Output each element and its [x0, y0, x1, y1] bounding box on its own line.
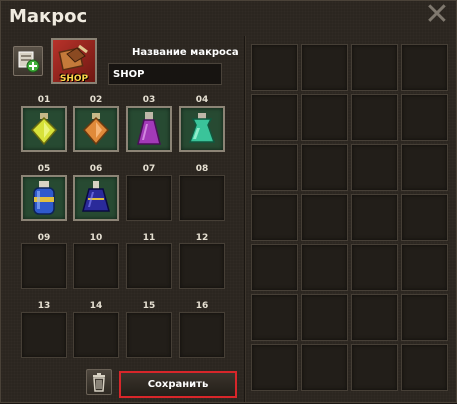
slot-number: 02 [89, 95, 103, 105]
macro-list-slot[interactable] [251, 194, 298, 241]
macro-list-slot[interactable] [301, 344, 348, 391]
macro-slot-16[interactable] [179, 312, 225, 358]
slot-number: 08 [195, 164, 209, 174]
slot-number: 05 [37, 164, 51, 174]
save-button[interactable]: Сохранить [119, 371, 237, 398]
panel-divider [244, 36, 246, 402]
add-page-icon [18, 51, 40, 73]
macro-list-slot[interactable] [251, 244, 298, 291]
slot-number: 01 [37, 95, 51, 105]
window-title: Макрос [9, 6, 88, 27]
macro-slot-13[interactable] [21, 312, 67, 358]
macro-list-slot[interactable] [351, 94, 398, 141]
macro-list-slot[interactable] [401, 144, 448, 191]
macro-slot-02[interactable] [73, 106, 119, 152]
slot-number: 14 [89, 301, 103, 311]
macro-name-label: Название макроса [132, 47, 239, 58]
macro-slot-07[interactable] [126, 175, 172, 221]
macro-list-slot[interactable] [401, 94, 448, 141]
slot-number: 06 [89, 164, 103, 174]
macro-list-slot[interactable] [351, 344, 398, 391]
macro-slot-04[interactable] [179, 106, 225, 152]
macro-list-slot[interactable] [301, 244, 348, 291]
macro-icon-caption: SHOP [59, 74, 89, 84]
slot-number: 10 [89, 233, 103, 243]
yellow-potion-icon [30, 113, 58, 146]
macro-slot-03[interactable] [126, 106, 172, 152]
macro-list-slot[interactable] [351, 194, 398, 241]
macro-list-slot[interactable] [301, 44, 348, 91]
delete-macro-button[interactable] [86, 369, 112, 395]
macro-window: Макрос ✕ SHOP Название макроса SHOP 01 0… [0, 0, 457, 403]
macro-list-slot[interactable] [401, 294, 448, 341]
macro-list-slot[interactable] [351, 294, 398, 341]
macro-list-slot[interactable] [251, 144, 298, 191]
macro-slot-10[interactable] [73, 243, 119, 289]
macro-list-slot[interactable] [351, 244, 398, 291]
macro-list-slot[interactable] [351, 144, 398, 191]
macro-list-slot[interactable] [401, 194, 448, 241]
macro-slot-08[interactable] [179, 175, 225, 221]
macro-slot-11[interactable] [126, 243, 172, 289]
macro-slot-09[interactable] [21, 243, 67, 289]
macro-slot-15[interactable] [126, 312, 172, 358]
macro-name-input[interactable] [108, 63, 222, 85]
macro-list-slot[interactable] [251, 94, 298, 141]
macro-editor-panel: SHOP Название макроса 01 02 [1, 36, 244, 404]
dark-blue-potion-icon [82, 181, 110, 212]
slot-number: 11 [142, 233, 156, 243]
slot-number: 15 [142, 301, 156, 311]
trash-icon [93, 373, 105, 392]
macro-list-slot[interactable] [301, 94, 348, 141]
slot-number: 12 [195, 233, 209, 243]
slot-number: 03 [142, 95, 156, 105]
orange-potion-icon [82, 113, 110, 146]
macro-slot-01[interactable] [21, 106, 67, 152]
macro-list-slot[interactable] [301, 144, 348, 191]
slot-number: 04 [195, 95, 209, 105]
slot-number: 13 [37, 301, 51, 311]
add-macro-button[interactable] [13, 46, 43, 76]
slot-number: 09 [37, 233, 51, 243]
macro-list-slot[interactable] [251, 294, 298, 341]
macro-slot-05[interactable] [21, 175, 67, 221]
blue-potion-icon [33, 181, 55, 215]
macro-slot-06[interactable] [73, 175, 119, 221]
macro-list-slot[interactable] [351, 44, 398, 91]
green-potion-icon [188, 113, 216, 143]
macro-list-slot[interactable] [251, 44, 298, 91]
macro-list-slot[interactable] [401, 344, 448, 391]
macro-slot-12[interactable] [179, 243, 225, 289]
macro-list-slot[interactable] [301, 294, 348, 341]
slot-number: 16 [195, 301, 209, 311]
macro-list-slot[interactable] [301, 194, 348, 241]
macro-list-slot[interactable] [401, 44, 448, 91]
slot-number: 07 [142, 164, 156, 174]
close-icon[interactable]: ✕ [424, 0, 450, 30]
purple-potion-icon [137, 112, 161, 145]
macro-list-slot[interactable] [251, 344, 298, 391]
macro-icon[interactable]: SHOP [51, 38, 97, 84]
macro-slot-14[interactable] [73, 312, 119, 358]
macro-list-slot[interactable] [401, 244, 448, 291]
